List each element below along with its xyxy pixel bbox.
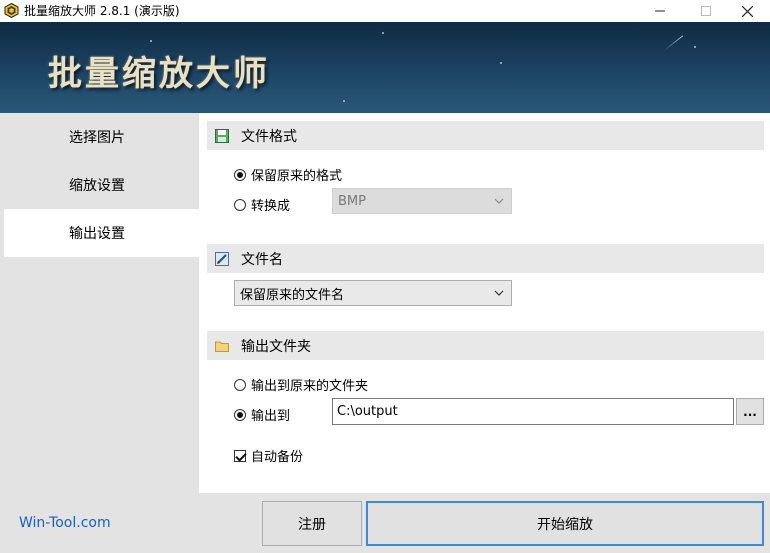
minimize-button[interactable] — [637, 0, 683, 22]
sidebar-item-label: 缩放设置 — [69, 178, 125, 194]
banner: 批量缩放大师 — [0, 22, 770, 113]
file-name-select[interactable]: 保留原来的文件名 — [234, 280, 512, 306]
shooting-star-decoration — [663, 35, 684, 51]
star-decoration — [382, 32, 384, 34]
section-title: 输出文件夹 — [241, 338, 311, 355]
folder-icon — [215, 341, 229, 352]
output-path-value: C:\output — [337, 404, 398, 419]
close-icon — [741, 5, 753, 17]
checkbox-label: 自动备份 — [251, 450, 304, 465]
website-link[interactable]: Win-Tool.com — [19, 515, 111, 531]
convert-format-radio[interactable]: 转换成 — [234, 195, 290, 214]
section-title: 文件名 — [241, 251, 283, 268]
app-icon — [4, 3, 19, 18]
output-to-radio[interactable]: 输出到 — [234, 405, 290, 424]
keep-format-radio[interactable]: 保留原来的格式 — [234, 165, 342, 184]
footer: Win-Tool.com 注册 开始缩放 — [0, 493, 770, 553]
minimize-icon — [655, 10, 665, 12]
star-decoration — [343, 100, 345, 102]
chevron-down-icon — [494, 290, 504, 296]
browse-label: ... — [743, 404, 757, 419]
output-original-folder-radio[interactable]: 输出到原来的文件夹 — [234, 375, 368, 394]
banner-title: 批量缩放大师 — [48, 54, 270, 94]
output-settings-panel: 文件格式 保留原来的格式 转换成 BMP 文件名 保留原来的文件名 输出文件夹 … — [199, 113, 770, 493]
radio-label: 输出到 — [251, 409, 291, 424]
output-folder-header: 输出文件夹 — [207, 331, 764, 360]
maximize-icon — [701, 6, 711, 16]
sidebar-item-resize-settings[interactable]: 缩放设置 — [4, 161, 199, 209]
radio-label: 输出到原来的文件夹 — [251, 379, 369, 394]
save-icon — [215, 128, 229, 143]
sidebar: 选择图片 缩放设置 输出设置 — [0, 113, 199, 493]
button-label: 开始缩放 — [537, 516, 593, 533]
star-decoration — [500, 62, 502, 64]
section-title: 文件格式 — [241, 128, 297, 145]
select-value: BMP — [338, 193, 366, 209]
close-button[interactable] — [724, 0, 770, 22]
button-label: 注册 — [298, 516, 326, 533]
file-name-header: 文件名 — [207, 244, 764, 273]
output-path-input[interactable]: C:\output — [332, 398, 734, 425]
browse-button[interactable]: ... — [736, 398, 764, 425]
select-value: 保留原来的文件名 — [240, 287, 345, 303]
title-bar: 批量缩放大师 2.8.1 (演示版) — [0, 0, 770, 22]
sidebar-item-label: 选择图片 — [69, 130, 125, 146]
register-button[interactable]: 注册 — [262, 501, 362, 546]
checkbox-checked — [234, 449, 246, 462]
format-select[interactable]: BMP — [332, 188, 512, 214]
sidebar-item-output-settings[interactable]: 输出设置 — [4, 209, 199, 257]
radio-unchecked — [234, 198, 246, 211]
radio-checked — [234, 408, 246, 421]
sidebar-item-select-images[interactable]: 选择图片 — [4, 113, 199, 161]
radio-label: 转换成 — [251, 199, 291, 214]
edit-icon — [215, 251, 229, 266]
radio-checked — [234, 168, 246, 181]
window-title: 批量缩放大师 2.8.1 (演示版) — [24, 4, 180, 18]
sidebar-item-label: 输出设置 — [69, 226, 125, 242]
star-decoration — [150, 40, 152, 42]
file-format-header: 文件格式 — [207, 121, 764, 150]
radio-unchecked — [234, 378, 246, 391]
auto-backup-checkbox[interactable]: 自动备份 — [234, 446, 303, 465]
chevron-down-icon — [494, 198, 504, 204]
radio-label: 保留原来的格式 — [251, 169, 343, 184]
maximize-button[interactable] — [683, 0, 729, 22]
start-resize-button[interactable]: 开始缩放 — [366, 501, 764, 546]
star-decoration — [694, 46, 696, 48]
